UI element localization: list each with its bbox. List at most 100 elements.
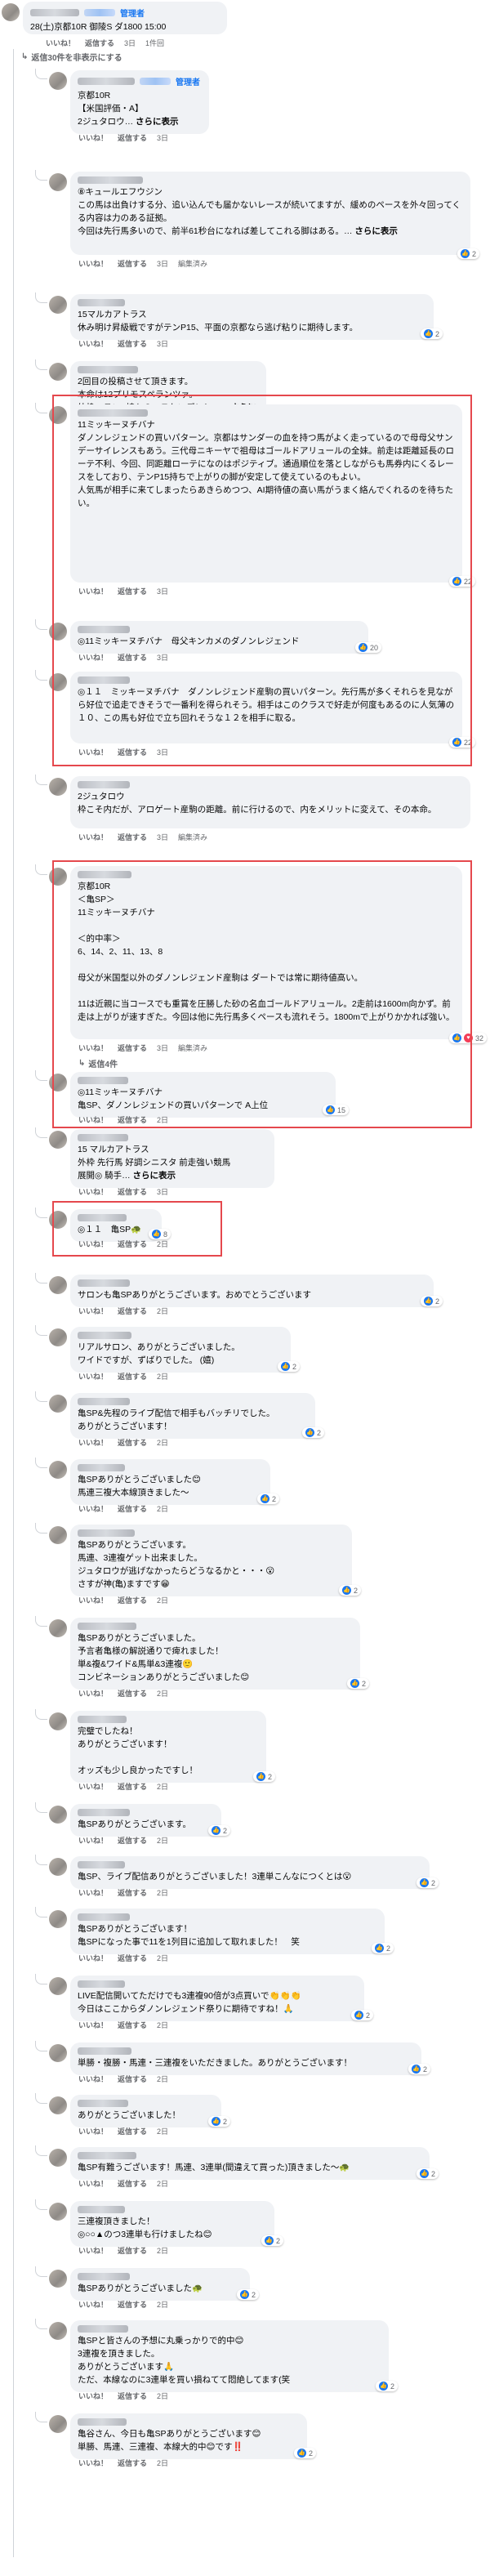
reply-link[interactable]: 返信する (118, 2245, 147, 2256)
reply-link[interactable]: 返信する (118, 2458, 147, 2468)
like-link[interactable]: いいね！ (78, 1781, 108, 1792)
avatar[interactable] (49, 2203, 67, 2221)
timestamp[interactable]: 2日 (157, 2074, 168, 2084)
timestamp[interactable]: 2日 (157, 2458, 168, 2468)
reply-link[interactable]: 返信する (118, 2126, 147, 2136)
like-link[interactable]: いいね！ (78, 258, 108, 269)
reply-link[interactable]: 返信する (118, 2074, 147, 2084)
timestamp[interactable]: 2日 (157, 1887, 168, 1898)
author-name[interactable] (78, 2047, 131, 2055)
timestamp[interactable]: 2日 (157, 1835, 168, 1846)
author-name[interactable] (78, 1623, 136, 1630)
avatar[interactable] (49, 2322, 67, 2340)
reaction-count[interactable]: 👍 2 (376, 2381, 399, 2391)
author-name[interactable] (78, 299, 125, 306)
author-name[interactable] (78, 366, 138, 373)
avatar[interactable] (49, 1858, 67, 1876)
timestamp[interactable]: 2日 (157, 2299, 168, 2310)
avatar[interactable] (49, 2096, 67, 2114)
see-more-link[interactable]: さらに表示 (354, 226, 398, 236)
reply-link[interactable]: 返信する (118, 2299, 147, 2310)
author-name[interactable] (78, 1980, 125, 1988)
author-name[interactable] (78, 2325, 128, 2333)
reaction-count[interactable]: 👍 2 (237, 2289, 260, 2300)
author-name[interactable] (78, 781, 130, 788)
author-name[interactable] (78, 176, 143, 184)
timestamp[interactable]: 2日 (157, 1371, 168, 1382)
avatar[interactable] (2, 3, 20, 21)
avatar[interactable] (49, 1276, 67, 1294)
reply-link[interactable]: 返信する (118, 1595, 147, 1605)
see-more-link[interactable]: さらに表示 (136, 117, 179, 127)
reaction-count[interactable]: 👍 2 (372, 1943, 394, 1953)
timestamp[interactable]: 2日 (157, 1306, 168, 1316)
reply-link[interactable]: 返信する (118, 338, 147, 349)
timestamp[interactable]: 2日 (157, 2391, 168, 2401)
reaction-count[interactable]: 👍 2 (302, 1427, 325, 1438)
reaction-count[interactable]: 👍 2 (278, 1361, 301, 1372)
timestamp[interactable]: 3日 (157, 132, 168, 143)
avatar[interactable] (49, 1910, 67, 1928)
reply-link[interactable]: 返信する (118, 132, 147, 143)
reply-link[interactable]: 返信する (118, 1688, 147, 1699)
reaction-count[interactable]: 👍 2 (339, 1585, 362, 1596)
timestamp[interactable]: 2日 (157, 2020, 168, 2030)
like-link[interactable]: いいね！ (78, 1835, 108, 1846)
author-name[interactable] (78, 2418, 127, 2426)
author-name[interactable] (78, 1279, 130, 1287)
reaction-count[interactable]: 👍 2 (416, 1877, 439, 1888)
author-name[interactable] (78, 2206, 125, 2213)
reaction-count[interactable]: 👍 2 (416, 2168, 439, 2179)
reply-link[interactable]: 返信する (118, 1781, 147, 1792)
see-more-link[interactable]: さらに表示 (133, 1171, 176, 1181)
like-link[interactable]: いいね！ (78, 1887, 108, 1898)
reaction-count[interactable]: 👍 2 (208, 1825, 231, 1836)
timestamp[interactable]: 2日 (157, 1595, 168, 1605)
timestamp[interactable]: 2日 (157, 1688, 168, 1699)
reply-link[interactable]: 返信する (118, 1835, 147, 1846)
avatar[interactable] (49, 1977, 67, 1995)
avatar[interactable] (49, 173, 67, 191)
avatar[interactable] (49, 1131, 67, 1149)
reaction-count[interactable]: 👍 2 (408, 2064, 431, 2074)
reply-link[interactable]: 返信する (85, 38, 114, 48)
like-link[interactable]: いいね！ (78, 1371, 108, 1382)
like-link[interactable]: いいね！ (78, 2126, 108, 2136)
like-link[interactable]: いいね！ (78, 1186, 108, 1197)
reaction-count[interactable]: 👍 2 (261, 2235, 284, 2246)
avatar[interactable] (49, 1328, 67, 1346)
reply-link[interactable]: 返信する (118, 832, 147, 842)
timestamp[interactable]: 3日 (124, 38, 136, 48)
author-name[interactable] (78, 2273, 130, 2280)
avatar[interactable] (49, 2415, 67, 2433)
like-link[interactable]: いいね！ (78, 1688, 108, 1699)
like-link[interactable]: いいね！ (78, 1595, 108, 1605)
reaction-count[interactable]: 👍 2 (257, 1493, 280, 1504)
like-link[interactable]: いいね！ (78, 2020, 108, 2030)
reply-link[interactable]: 返信する (118, 1306, 147, 1316)
avatar[interactable] (49, 363, 67, 381)
avatar[interactable] (49, 1526, 67, 1544)
author-name[interactable] (78, 1464, 125, 1471)
author-name[interactable] (78, 1809, 130, 1816)
author-name[interactable] (78, 2100, 128, 2107)
reply-link[interactable]: 返信する (118, 1437, 147, 1448)
like-link[interactable]: いいね！ (78, 338, 108, 349)
reaction-count[interactable]: 👍 2 (421, 328, 443, 339)
avatar[interactable] (49, 1806, 67, 1824)
hide-replies-toggle[interactable]: ↳ 返信30件を非表示にする (21, 51, 122, 63)
like-link[interactable]: いいね！ (46, 38, 75, 48)
like-link[interactable]: いいね！ (78, 1437, 108, 1448)
reaction-count[interactable]: 👍 2 (253, 1771, 276, 1782)
author-name[interactable] (30, 9, 79, 16)
like-link[interactable]: いいね！ (78, 2299, 108, 2310)
reaction-count[interactable]: 👍 2 (421, 1296, 443, 1306)
like-link[interactable]: いいね！ (78, 2178, 108, 2189)
timestamp[interactable]: 3日 (157, 258, 168, 269)
author-name[interactable] (78, 1134, 128, 1141)
reply-link[interactable]: 返信する (118, 2178, 147, 2189)
timestamp[interactable]: 2日 (157, 2245, 168, 2256)
reply-link[interactable]: 返信する (118, 1953, 147, 1963)
reply-link[interactable]: 返信する (118, 1887, 147, 1898)
like-link[interactable]: いいね！ (78, 132, 108, 143)
